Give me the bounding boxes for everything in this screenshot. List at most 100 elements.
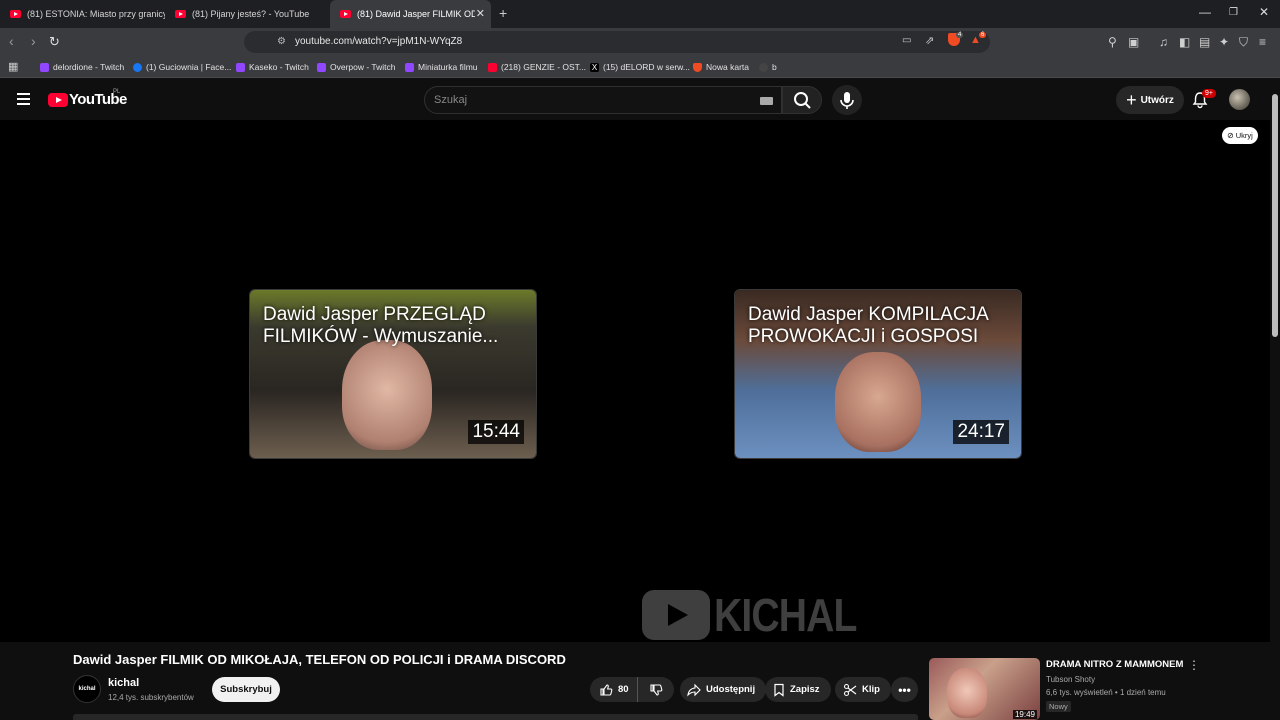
site-info-icon[interactable]: ⚙: [277, 36, 286, 47]
thumbs-down-icon: [650, 683, 663, 696]
share-button[interactable]: Udostępnij: [680, 677, 767, 702]
menu-icon[interactable]: ≡: [1259, 35, 1266, 49]
bookmark-item[interactable]: b: [759, 56, 777, 78]
close-tab-icon[interactable]: ✕: [476, 7, 485, 20]
description-box-edge[interactable]: [73, 714, 918, 720]
bookmark-item[interactable]: (218) GENZIE - OST...: [488, 56, 586, 78]
share-icon[interactable]: ⇗: [925, 34, 934, 47]
music-icon[interactable]: ♫: [1159, 35, 1168, 49]
like-dislike-group: 80: [590, 677, 674, 702]
voice-search-button[interactable]: [832, 85, 862, 115]
youtube-favicon-icon: [340, 10, 351, 18]
clip-button[interactable]: Klip: [835, 677, 891, 702]
youtube-icon: [488, 62, 497, 72]
like-button[interactable]: 80: [590, 677, 638, 702]
wallet-icon[interactable]: ▣: [1128, 35, 1139, 49]
video-player[interactable]: ⊘ Ukryj Dawid Jasper PRZEGLĄD FILMIKÓW -…: [0, 120, 1270, 642]
endcard-video-2[interactable]: Dawid Jasper KOMPILACJA PROWOKACJI i GOS…: [734, 289, 1022, 459]
wallet-card-icon[interactable]: ▤: [1199, 35, 1210, 49]
thumbnail-face: [835, 352, 921, 452]
bookmark-favicon-icon: [759, 62, 768, 72]
dislike-button[interactable]: [638, 683, 674, 697]
bookmark-item[interactable]: Kaseko - Twitch: [236, 56, 309, 78]
recommended-video-thumbnail[interactable]: 19:49: [929, 658, 1040, 720]
recommended-video-duration: 19:49: [1012, 710, 1037, 719]
maximize-icon[interactable]: ❐: [1229, 7, 1238, 18]
youtube-favicon-icon: [10, 10, 21, 18]
thumbnail-face: [342, 340, 432, 450]
search-icon: [794, 92, 811, 109]
save-button[interactable]: Zapisz: [765, 677, 831, 702]
vpn-icon[interactable]: ⛉: [1239, 35, 1248, 50]
brave-icon: [693, 62, 702, 72]
close-window-icon[interactable]: ✕: [1259, 5, 1269, 19]
browser-toolbar: ‹ › ↻ ⌑ ⚙ youtube.com/watch?v=jpM1N-WYqZ…: [0, 28, 1280, 56]
youtube-favicon-icon: [175, 10, 186, 18]
tab-label: (81) ESTONIA: Miasto przy granicy z R: [27, 9, 165, 19]
browser-tab-active[interactable]: (81) Dawid Jasper FILMIK OD MI ✕: [330, 0, 491, 28]
subscribe-button[interactable]: Subskrybuj: [212, 677, 280, 702]
page-scrollbar[interactable]: [1270, 80, 1280, 720]
apps-grid-icon[interactable]: ▦: [8, 60, 18, 73]
scissors-icon: [843, 683, 857, 696]
thumbnail-face: [947, 668, 987, 718]
new-badge: Nowy: [1046, 701, 1071, 712]
tab-label: (81) Pijany jesteś? - YouTube: [192, 9, 310, 19]
user-avatar[interactable]: [1229, 89, 1250, 110]
search-box: [424, 86, 782, 114]
hamburger-menu-icon[interactable]: [17, 93, 30, 105]
search-input[interactable]: [425, 87, 745, 113]
create-button[interactable]: + Utwórz: [1116, 86, 1184, 114]
bookmarks-bar: ▦ delordione - Twitch (1) Guciownia | Fa…: [0, 56, 1280, 78]
reload-icon[interactable]: ↻: [49, 34, 60, 50]
minimize-icon[interactable]: —: [1199, 5, 1211, 19]
channel-avatar[interactable]: kichal: [73, 675, 101, 703]
keyboard-icon[interactable]: [760, 97, 773, 105]
scrollbar-thumb[interactable]: [1272, 94, 1278, 337]
recommended-video-title[interactable]: DRAMA NITRO Z MAMMONEM: [1046, 659, 1183, 670]
endcard-duration: 24:17: [953, 420, 1009, 444]
back-icon[interactable]: ‹: [9, 33, 14, 49]
notification-count-badge: 9+: [1202, 89, 1216, 98]
youtube-header: YouTube PL + Utwórz 9+: [0, 80, 1270, 120]
x-icon: X: [590, 62, 599, 72]
subscriber-count: 12,4 tys. subskrybentów: [108, 693, 194, 702]
search-button[interactable]: [782, 86, 822, 114]
hide-endcards-button[interactable]: ⊘ Ukryj: [1222, 127, 1258, 144]
tab-label: (81) Dawid Jasper FILMIK OD MI: [357, 9, 475, 19]
browser-tab-estonia[interactable]: (81) ESTONIA: Miasto przy granicy z R: [0, 0, 165, 28]
browser-tab-pijany[interactable]: (81) Pijany jesteś? - YouTube: [165, 0, 330, 28]
watermark-play-icon: [642, 590, 710, 640]
forward-icon[interactable]: ›: [31, 33, 36, 49]
extensions-icon[interactable]: ⚲: [1108, 35, 1117, 49]
channel-watermark[interactable]: KICHAL: [642, 588, 882, 642]
cast-icon[interactable]: ▭: [902, 35, 911, 46]
leo-ai-icon[interactable]: ✦: [1219, 35, 1229, 49]
recommended-video-channel[interactable]: Tubson Shoty: [1046, 675, 1095, 684]
video-title: Dawid Jasper FILMIK OD MIKOŁAJA, TELEFON…: [73, 652, 566, 667]
more-actions-button[interactable]: •••: [891, 677, 918, 702]
bookmark-item[interactable]: Miniaturka filmu: [405, 56, 478, 78]
recommended-video-meta: 6,6 tys. wyświetleń • 1 dzień temu: [1046, 688, 1166, 697]
bookmark-save-icon: [774, 683, 784, 697]
twitch-icon: [40, 62, 49, 72]
bookmark-item[interactable]: Overpow - Twitch: [317, 56, 396, 78]
browser-tab-bar: (81) ESTONIA: Miasto przy granicy z R (8…: [0, 0, 1280, 28]
more-vertical-icon[interactable]: ⋮: [1188, 658, 1200, 672]
microphone-icon: [840, 92, 854, 109]
new-tab-button[interactable]: +: [499, 5, 507, 21]
bookmark-item[interactable]: X (15) dELORD w serw...: [590, 56, 690, 78]
like-count: 80: [618, 684, 629, 695]
bookmark-item[interactable]: Nowa karta: [693, 56, 749, 78]
eye-off-icon: ⊘: [1227, 131, 1234, 140]
endcard-title: Dawid Jasper PRZEGLĄD FILMIKÓW - Wymusza…: [263, 304, 499, 347]
facebook-icon: [133, 62, 142, 72]
channel-name[interactable]: kichal: [108, 677, 139, 689]
endcard-duration: 15:44: [468, 420, 524, 444]
share-arrow-icon: [687, 683, 701, 697]
bookmark-item[interactable]: delordione - Twitch: [40, 56, 124, 78]
address-bar[interactable]: ⚙ youtube.com/watch?v=jpM1N-WYqZ8 ▭ ⇗: [244, 31, 990, 53]
sidebar-icon[interactable]: ◧: [1179, 35, 1190, 49]
endcard-video-1[interactable]: Dawid Jasper PRZEGLĄD FILMIKÓW - Wymusza…: [249, 289, 537, 459]
bookmark-item[interactable]: (1) Guciownia | Face...: [133, 56, 231, 78]
